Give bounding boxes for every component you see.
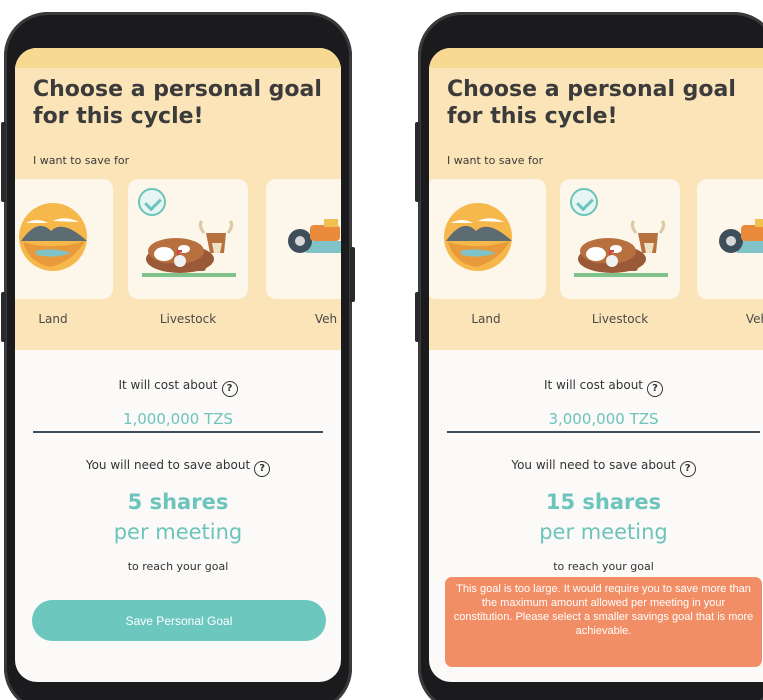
goal-label-livestock: Livestock [591, 312, 649, 326]
goal-card-land[interactable] [429, 179, 546, 299]
save-label-text: You will need to save about [511, 458, 676, 472]
phone-left: Choose a personal goal for this cycle! I… [1, 12, 355, 700]
shares-value: 5 shares [127, 490, 229, 514]
shares-value: 15 shares [545, 490, 662, 514]
check-icon [138, 188, 166, 216]
per-meeting-label: per meeting [113, 520, 243, 544]
save-label: You will need to save about? [429, 458, 763, 477]
save-personal-goal-button[interactable]: Save Personal Goal [32, 600, 326, 641]
goal-selection-panel: Choose a personal goal for this cycle! I… [429, 48, 763, 350]
goal-card-livestock[interactable] [128, 179, 248, 299]
check-icon [570, 188, 598, 216]
cost-input[interactable]: 1,000,000 TZS [15, 410, 341, 428]
cost-label-text: It will cost about [118, 378, 218, 392]
screen: Choose a personal goal for this cycle! I… [15, 48, 341, 682]
reach-goal-text: to reach your goal [127, 560, 229, 573]
land-icon [444, 203, 512, 271]
goal-label-livestock: Livestock [159, 312, 217, 326]
goal-prompt: I want to save for [447, 154, 544, 167]
goal-label-land: Land [471, 312, 501, 326]
goal-card-livestock[interactable] [560, 179, 680, 299]
status-bar [15, 48, 341, 68]
page-title: Choose a personal goal for this cycle! [447, 77, 736, 129]
help-icon[interactable]: ? [679, 461, 696, 477]
goal-carousel[interactable]: Land [15, 179, 341, 329]
goal-card-vehicle[interactable] [697, 179, 763, 299]
cost-label: It will cost about? [429, 378, 763, 397]
volume-button [1, 122, 6, 202]
per-meeting-label: per meeting [539, 520, 668, 544]
vehicle-icon [288, 219, 341, 253]
screen: Choose a personal goal for this cycle! I… [429, 48, 763, 682]
volume-button [415, 122, 420, 202]
goal-label-land: Land [38, 312, 68, 326]
help-icon[interactable]: ? [254, 461, 271, 477]
cost-input[interactable]: 3,000,000 TZS [429, 410, 763, 428]
page-title: Choose a personal goal for this cycle! [33, 77, 322, 129]
reach-goal-text: to reach your goal [553, 560, 654, 573]
cost-label-text: It will cost about [543, 378, 644, 392]
bixby-button [415, 292, 420, 342]
help-icon[interactable]: ? [221, 381, 238, 397]
goal-card-vehicle[interactable] [266, 179, 341, 299]
goal-too-large-warning: This goal is too large. It would require… [445, 577, 762, 667]
goal-label-vehicle: Veh [314, 312, 338, 326]
cost-input-underline [33, 431, 323, 433]
land-icon [19, 203, 87, 271]
goal-label-vehicle: Veh [745, 312, 763, 326]
bixby-button [1, 292, 6, 342]
status-bar [429, 48, 763, 68]
power-button [350, 247, 355, 302]
goal-selection-panel: Choose a personal goal for this cycle! I… [15, 48, 341, 350]
cost-input-underline [447, 431, 760, 433]
phone-right: Choose a personal goal for this cycle! I… [415, 12, 763, 700]
save-label: You will need to save about? [15, 458, 341, 477]
vehicle-icon [719, 219, 763, 253]
goal-card-land[interactable] [15, 179, 113, 299]
save-label-text: You will need to save about [85, 458, 251, 472]
goal-prompt: I want to save for [33, 154, 130, 167]
goal-carousel[interactable]: Land [429, 179, 763, 329]
cost-label: It will cost about? [15, 378, 341, 397]
help-icon[interactable]: ? [647, 381, 664, 397]
